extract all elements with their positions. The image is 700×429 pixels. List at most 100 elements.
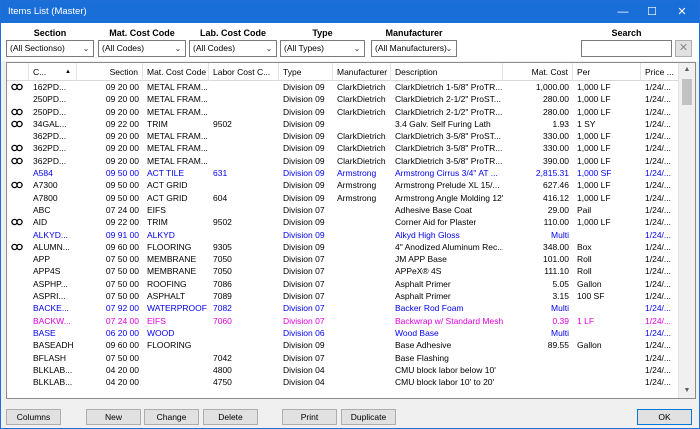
cell-mat xyxy=(143,352,209,364)
cell-type: Division 07 xyxy=(283,303,325,314)
table-row[interactable]: A7300 09 50 00 ACT GRID Division 09 Armstron… xyxy=(7,179,679,191)
lab-cost-code-filter-select[interactable]: (All Codes) ⌄ xyxy=(189,40,277,57)
chevron-down-icon: ⌄ xyxy=(265,44,273,53)
cell-desc: Wood Base xyxy=(395,327,439,338)
column-header-description[interactable]: Description xyxy=(391,63,503,81)
close-button[interactable]: ✕ xyxy=(667,1,697,23)
table-row[interactable]: ASPRI... 07 50 00 ASPHALT 7089 Division 07 As… xyxy=(7,290,679,302)
link-icon xyxy=(7,290,29,302)
columns-button[interactable]: Columns xyxy=(6,409,61,425)
table-row[interactable]: 34GAL... 09 22 00 TRIM 9502 Division 09 3.4 G… xyxy=(7,118,679,130)
manufacturer-filter-select[interactable]: (All Manufacturers) ⌄ xyxy=(371,40,457,57)
table-row[interactable]: 250PD... 09 20 00 METAL FRAM... Division 09… xyxy=(7,106,679,118)
table-row[interactable]: BASEADH 09 60 00 FLOORING Division 09 Base A… xyxy=(7,339,679,351)
cell-lab xyxy=(209,204,279,216)
cell-section: 04 20 00 xyxy=(105,377,139,388)
cell-type: Division 06 xyxy=(283,327,325,338)
cell-lab: 7060 xyxy=(213,315,232,326)
cell-price: 1/24/... xyxy=(645,254,671,265)
table-row[interactable]: ALKYD... 09 91 00 ALKYD Division 09 Alkyd Hi… xyxy=(7,229,679,241)
table-row[interactable]: A7800 09 50 00 ACT GRID 604 Division 09 Armst… xyxy=(7,192,679,204)
table-row[interactable]: ASPHP... 07 50 00 ROOFING 7086 Division 07 As… xyxy=(7,278,679,290)
delete-button[interactable]: Delete xyxy=(203,409,258,425)
cell-mat: MEMBRANE xyxy=(147,254,197,265)
column-header-manufacturer[interactable]: Manufacturer xyxy=(333,63,391,81)
table-row[interactable]: 162PD... 09 20 00 METAL FRAM... Division 09… xyxy=(7,81,679,93)
mat-cost-code-filter-select[interactable]: (All Codes) ⌄ xyxy=(98,40,186,57)
cell-code: AID xyxy=(33,217,48,228)
table-row[interactable]: 362PD... 09 20 00 METAL FRAM... Division 09… xyxy=(7,155,679,167)
cell-cost: 89.55 xyxy=(547,340,569,351)
cell-mfr xyxy=(333,315,391,327)
column-header-mat-cost-code[interactable]: Mat. Cost Code xyxy=(143,63,209,81)
type-filter-select[interactable]: (All Types) ⌄ xyxy=(280,40,365,57)
column-header-per[interactable]: Per xyxy=(573,63,641,81)
table-row[interactable]: BACKW... 07 24 00 EIFS 7060 Division 07 Backw… xyxy=(7,315,679,327)
duplicate-button[interactable]: Duplicate xyxy=(341,409,396,425)
table-row[interactable]: APP 07 50 00 MEMBRANE 7050 Division 07 JM APP… xyxy=(7,253,679,265)
cell-section: 09 50 00 xyxy=(105,192,139,203)
cell-price: 1/24/... xyxy=(645,278,671,289)
table-row[interactable]: 362PD... 09 20 00 METAL FRAM... Division 09… xyxy=(7,130,679,142)
cell-mfr: Armstrong xyxy=(337,168,377,179)
column-header-price[interactable]: Price ... xyxy=(641,63,679,81)
cell-cost: 3.15 xyxy=(552,291,569,302)
change-button[interactable]: Change xyxy=(144,409,199,425)
table-row[interactable]: BLKLAB... 04 20 00 4750 Division 04 CMU bloc… xyxy=(7,376,679,388)
cell-code: 250PD... xyxy=(33,94,67,105)
table-row[interactable]: BACKE... 07 92 00 WATERPROOF 7082 Division 0… xyxy=(7,302,679,314)
cell-lab xyxy=(209,93,279,105)
table-row[interactable]: A584 09 50 00 ACT TILE 631 Division 09 Armstr… xyxy=(7,167,679,179)
table-row[interactable]: AID 09 22 00 TRIM 9502 Division 09 Corner Aid… xyxy=(7,216,679,228)
cell-mfr xyxy=(333,229,391,241)
minimize-button[interactable]: — xyxy=(608,1,638,23)
print-button[interactable]: Print xyxy=(282,409,337,425)
column-header-code[interactable]: C... ▲ xyxy=(29,63,77,81)
link-icon xyxy=(7,167,29,179)
maximize-button[interactable]: ☐ xyxy=(637,1,667,23)
column-header-labor-cost-code[interactable]: Labor Cost C... xyxy=(209,63,279,81)
scroll-down-icon[interactable]: ▼ xyxy=(679,384,695,398)
ok-button[interactable]: OK xyxy=(637,409,692,425)
column-header-label: Mat. Cost xyxy=(531,67,568,77)
items-table[interactable]: C... ▲ Section Mat. Cost Code Labor Cost C..… xyxy=(6,62,696,399)
cell-mfr xyxy=(333,204,391,216)
clear-search-button[interactable]: ✕ xyxy=(675,40,692,57)
cell-code: ABC xyxy=(33,204,51,215)
table-row[interactable]: 250PD... 09 20 00 METAL FRAM... Division 09… xyxy=(7,93,679,105)
cell-code: APP xyxy=(33,254,51,265)
table-row[interactable]: APP4S 07 50 00 MEMBRANE 7050 Division 07 APPe… xyxy=(7,265,679,277)
cell-mat: ASPHALT xyxy=(147,291,186,302)
cell-code: 250PD... xyxy=(33,106,67,117)
scroll-up-icon[interactable]: ▲ xyxy=(679,63,695,77)
cell-code: 162PD... xyxy=(33,82,67,92)
cell-mfr xyxy=(333,290,391,302)
cell-mat xyxy=(143,364,209,376)
section-filter-select[interactable]: (All Sectionso) ⌄ xyxy=(6,40,94,57)
cell-cost: 330.00 xyxy=(543,131,569,142)
table-row[interactable]: ALUMN... 09 60 00 FLOORING 9305 Division 09 4… xyxy=(7,241,679,253)
link-icon xyxy=(7,327,29,339)
manufacturer-filter-value: (All Manufacturers) xyxy=(375,43,447,53)
cell-mat: WOOD xyxy=(147,327,175,338)
link-icon xyxy=(7,142,29,154)
scrollbar-thumb[interactable] xyxy=(682,79,692,105)
column-header-section[interactable]: Section xyxy=(77,63,143,81)
cell-desc: ClarkDietrich 3-5/8" ProST... xyxy=(395,131,501,142)
search-input[interactable] xyxy=(581,40,672,57)
table-row[interactable]: BFLASH 07 50 00 7042 Division 07 Base Flashi… xyxy=(7,352,679,364)
column-header-type[interactable]: Type xyxy=(279,63,333,81)
table-row[interactable]: BASE 06 20 00 WOOD Division 06 Wood Base Mult… xyxy=(7,327,679,339)
cell-lab: 4750 xyxy=(213,377,232,388)
table-row[interactable]: BLKLAB... 04 20 00 4800 Division 04 CMU bloc… xyxy=(7,364,679,376)
table-row[interactable]: ABC 07 24 00 EIFS Division 07 Adhesive Base … xyxy=(7,204,679,216)
table-row[interactable]: 362PD... 09 20 00 METAL FRAM... Division 09… xyxy=(7,142,679,154)
column-header-mat-cost[interactable]: Mat. Cost xyxy=(503,63,573,81)
new-button[interactable]: New xyxy=(86,409,141,425)
column-header-label: Price ... xyxy=(645,67,674,77)
cell-lab: 9502 xyxy=(213,118,232,129)
column-header-link[interactable] xyxy=(7,63,29,81)
cell-section: 06 20 00 xyxy=(105,327,139,338)
vertical-scrollbar[interactable]: ▲ ▼ xyxy=(678,63,695,398)
cell-price: 1/24/... xyxy=(645,217,671,228)
